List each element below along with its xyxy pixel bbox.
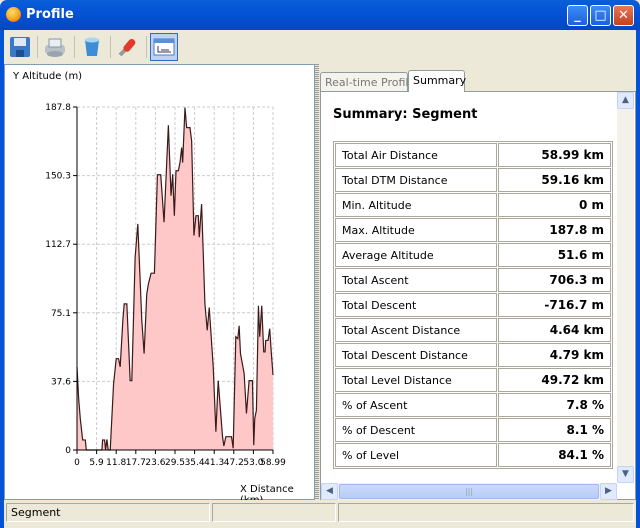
status-bar: Segment [4,500,636,524]
distance-axis-icon [153,38,175,56]
summary-row: Total DTM Distance 59.16 km [335,168,611,192]
scroll-down-button[interactable]: ▼ [617,466,634,483]
y-tick-label: 37.6 [51,377,71,387]
summary-label: % of Level [335,443,497,467]
summary-label: Total Level Distance [335,368,497,392]
summary-row: Total Level Distance 49.72 km [335,368,611,392]
settings-button[interactable] [114,33,142,61]
window-title: Profile [26,7,74,22]
horizontal-scroll-thumb[interactable]: ||| [339,484,599,499]
summary-label: Total DTM Distance [335,168,497,192]
x-tick-label: 11.8 [106,458,126,468]
summary-value: 49.72 km [498,368,611,392]
vertical-scrollbar[interactable]: ▲ ▼ [617,92,634,483]
summary-value: 59.16 km [498,168,611,192]
app-icon [6,7,21,22]
summary-label: Total Ascent [335,268,497,292]
profile-chart: 0 5.9 11.8 17.7 23.6 29.5 35.4 41.3 47.2 53.058.9… [45,103,286,468]
window-frame-right [636,30,640,528]
title-bar: Profile _ □ ✕ [0,0,640,30]
summary-label: Total Ascent Distance [335,318,497,342]
x-tick-label: 0 [74,458,80,468]
x-tick-label: 58.99 [260,458,286,468]
status-text: Segment [6,503,210,522]
summary-value: -716.7 m [498,293,611,317]
summary-label: % of Ascent [335,393,497,417]
summary-label: Total Air Distance [335,143,497,167]
y-tick-label: 150.3 [45,172,71,182]
distance-axis-button[interactable] [150,33,178,61]
settings-wrench-icon [118,38,136,57]
x-tick-label: 35.4 [185,458,205,468]
x-tick-label: 41.3 [204,458,224,468]
tab-realtime-profile[interactable]: Real-time Profile [320,72,415,92]
summary-value: 706.3 m [498,268,611,292]
summary-label: Average Altitude [335,243,497,267]
tab-summary[interactable]: Summary [408,70,466,92]
horizontal-scrollbar[interactable]: ◀ ||| ▶ [321,483,617,500]
summary-value: 187.8 m [498,218,611,242]
maximize-button[interactable]: □ [590,5,611,26]
y-tick-label: 75.1 [51,309,71,319]
summary-row: Total Ascent Distance 4.64 km [335,318,611,342]
print-icon [45,38,65,57]
summary-row: Average Altitude 51.6 m [335,243,611,267]
y-tick-label: 187.8 [45,103,71,113]
save-icon [10,37,30,57]
summary-title: Summary: Segment [333,107,478,122]
clear-button[interactable] [78,33,106,61]
x-tick-label: 23.6 [145,458,165,468]
scroll-right-button[interactable]: ▶ [600,483,617,500]
y-tick-label: 0 [65,446,71,456]
chart-pane: Y Altitude (m) 0 5.9 11.8 17.7 23.6 29.5 35.4 4… [4,64,315,506]
save-button[interactable] [6,33,34,61]
toolbar-separator [74,36,75,58]
summary-value: 4.79 km [498,343,611,367]
summary-row: Total Ascent 706.3 m [335,268,611,292]
summary-row: % of Descent 8.1 % [335,418,611,442]
summary-row: % of Level 84.1 % [335,443,611,467]
toolbar-separator [37,36,38,58]
toolbar-separator [146,36,147,58]
summary-label: Min. Altitude [335,193,497,217]
status-cell [212,503,336,522]
x-tick-label: 17.7 [126,458,146,468]
x-tick-label: 5.9 [89,458,104,468]
summary-row: Total Descent -716.7 m [335,293,611,317]
close-button[interactable]: ✕ [613,5,634,26]
summary-value: 7.8 % [498,393,611,417]
minimize-button[interactable]: _ [567,5,588,26]
status-cell [338,503,634,522]
summary-value: 4.64 km [498,318,611,342]
toolbar [4,30,636,64]
summary-row: Total Air Distance 58.99 km [335,143,611,167]
summary-value: 8.1 % [498,418,611,442]
summary-row: % of Ascent 7.8 % [335,393,611,417]
summary-value: 84.1 % [498,443,611,467]
y-tick-label: 112.7 [45,240,71,250]
summary-row: Total Descent Distance 4.79 km [335,343,611,367]
summary-label: Total Descent [335,293,497,317]
summary-label: % of Descent [335,418,497,442]
summary-panel: Summary: Segment Total Air Distance 58.99… [320,91,636,500]
summary-value: 58.99 km [498,143,611,167]
scroll-left-button[interactable]: ◀ [321,483,338,500]
toolbar-separator [110,36,111,58]
summary-row: Min. Altitude 0 m [335,193,611,217]
summary-label: Max. Altitude [335,218,497,242]
clear-icon [85,37,99,56]
print-button[interactable] [41,33,69,61]
scroll-up-button[interactable]: ▲ [617,92,634,109]
summary-label: Total Descent Distance [335,343,497,367]
x-tick-label: 47.2 [224,458,244,468]
x-tick-label: 29.5 [165,458,185,468]
summary-table: Total Air Distance 58.99 km Total DTM Dist… [333,141,613,469]
summary-row: Max. Altitude 187.8 m [335,218,611,242]
summary-value: 0 m [498,193,611,217]
pane-splitter[interactable] [315,64,319,500]
summary-value: 51.6 m [498,243,611,267]
